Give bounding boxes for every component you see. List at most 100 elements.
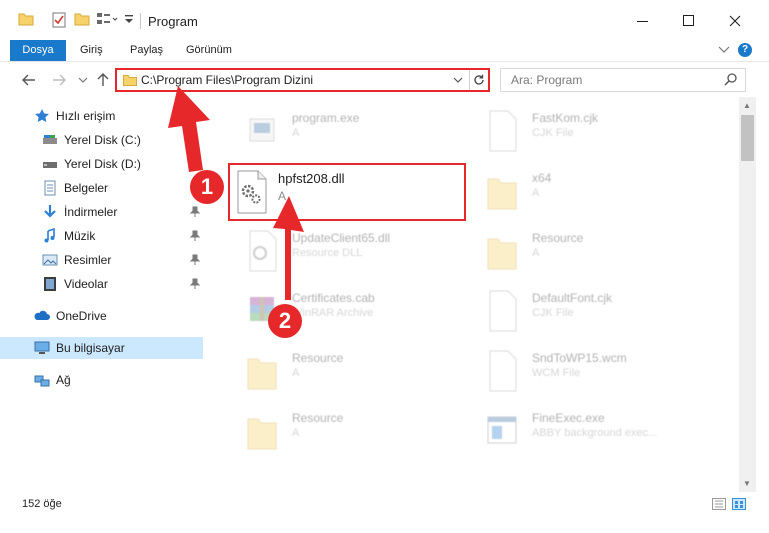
recent-locations-button[interactable] [74,71,92,89]
file-type: WCM File [532,367,581,379]
file-type: CJK File [532,307,574,319]
nav-item-downloads[interactable]: İndirmeler [0,201,203,223]
folder-icon [123,75,137,86]
folder-item[interactable]: Resource A [220,401,460,457]
details-view-icon[interactable] [712,498,726,510]
folder-item[interactable]: Resource A [460,221,700,277]
folder-item[interactable]: x64 A [460,161,700,217]
nav-label: Müzik [64,229,96,243]
pin-icon[interactable] [190,254,200,265]
arrow-up-icon [97,73,109,86]
file-list: program.exe A FastKom.cjk CJK File x64 A… [206,97,739,492]
downloads-icon [44,205,56,218]
expand-ribbon-icon[interactable] [718,46,730,54]
search-icon[interactable] [724,73,737,86]
chevron-down-icon [78,77,88,83]
nav-item-this-pc[interactable]: Bu bilgisayar [0,337,203,359]
file-name: Resource [292,351,344,365]
network-icon [34,375,50,387]
folder-icon [487,238,517,270]
nav-item-documents[interactable]: Belgeler [0,177,203,199]
file-item[interactable]: UpdateClient65.dll Resource DLL [220,221,460,277]
drive-c-icon [43,135,57,144]
file-name: UpdateClient65.dll [292,231,391,245]
scroll-up-arrow[interactable]: ▲ [743,101,751,110]
nav-label: Videolar [64,277,108,291]
minimize-button[interactable] [628,8,658,34]
chevron-down-icon[interactable] [453,77,463,84]
onedrive-icon [34,310,50,320]
nav-item-music[interactable]: Müzik [0,225,203,247]
tab-file[interactable]: Dosya [10,40,66,61]
large-icons-view-icon[interactable] [732,498,746,510]
search-placeholder[interactable]: Ara: Program [511,73,582,87]
file-item[interactable]: FineExec.exe ABBY background exec... [460,401,700,457]
nav-label: OneDrive [56,309,107,323]
step-badge-1: 1 [190,170,224,204]
folder-item[interactable]: Resource A [220,341,460,397]
ribbon-tabs: Dosya Giriş Paylaş Görünüm ? [0,40,769,61]
view-options-icon[interactable] [96,12,118,26]
file-type: ABBY background exec... [532,427,658,439]
file-name: FineExec.exe [532,411,605,425]
refresh-icon [474,74,484,85]
pin-icon[interactable] [190,278,200,289]
nav-item-onedrive[interactable]: OneDrive [0,305,203,327]
nav-item-quick-access[interactable]: Hızlı erişim [0,105,203,127]
nav-item-local-disk-d[interactable]: Yerel Disk (D:) [0,153,203,175]
highlighted-file-item[interactable]: hpfst208.dll A [228,163,466,221]
tab-share[interactable]: Paylaş [120,40,173,61]
address-path[interactable]: C:\Program Files\Program Dizini [141,73,313,87]
star-icon [35,109,49,122]
pin-icon[interactable] [190,206,200,217]
nav-item-network[interactable]: Ağ [0,369,203,391]
file-name: program.exe [292,111,360,125]
file-type: A [532,187,540,199]
vertical-scrollbar[interactable]: ▲ ▼ [739,97,756,492]
scroll-thumb[interactable] [741,115,754,161]
nav-item-videos[interactable]: Videolar [0,273,203,295]
nav-label: Belgeler [64,181,109,195]
tab-home[interactable]: Giriş [70,40,113,61]
file-type: Resource DLL [292,247,363,259]
back-button[interactable] [20,71,38,89]
dll-gear-icon [249,230,277,272]
file-name: DefaultFont.cjk [532,291,613,305]
exe-icon [249,118,275,142]
music-icon [44,228,55,243]
folder-icon [487,178,517,210]
maximize-button[interactable] [674,8,704,34]
nav-label: Hızlı erişim [56,109,116,123]
file-item[interactable]: SndToWP15.wcm WCM File [460,341,700,397]
file-type: A [292,367,300,379]
close-icon [729,15,741,27]
file-item[interactable]: Certificates.cab WinRAR Archive [220,281,460,337]
file-item[interactable]: DefaultFont.cjk CJK File [460,281,700,337]
close-button[interactable] [720,8,750,34]
forward-button[interactable] [50,71,68,89]
pin-icon[interactable] [190,230,200,241]
videos-icon [44,277,56,291]
file-type: A [292,427,300,439]
help-button[interactable]: ? [738,43,752,57]
refresh-button[interactable] [469,70,488,90]
search-box[interactable]: Ara: Program [500,68,746,92]
new-folder-icon[interactable] [74,12,90,26]
nav-label: İndirmeler [64,205,118,219]
scroll-down-arrow[interactable]: ▼ [743,479,751,488]
customize-quick-access-icon[interactable] [124,12,134,26]
minimize-icon [637,21,648,22]
file-item[interactable]: program.exe A [220,101,460,157]
up-button[interactable] [94,71,112,89]
maximize-icon [683,15,694,26]
properties-icon[interactable] [52,12,66,28]
tab-view[interactable]: Görünüm [176,40,242,61]
file-name: x64 [532,171,552,185]
nav-item-local-disk-c[interactable]: Yerel Disk (C:) [0,129,203,151]
file-item[interactable]: FastKom.cjk CJK File [460,101,700,157]
nav-item-pictures[interactable]: Resimler [0,249,203,271]
address-bar[interactable]: C:\Program Files\Program Dizini [115,68,490,92]
nav-label: Yerel Disk (D:) [64,157,141,171]
file-type: CJK File [532,127,574,139]
navigation-pane: Hızlı erişim Yerel Disk (C:) Yerel Disk … [0,97,206,492]
